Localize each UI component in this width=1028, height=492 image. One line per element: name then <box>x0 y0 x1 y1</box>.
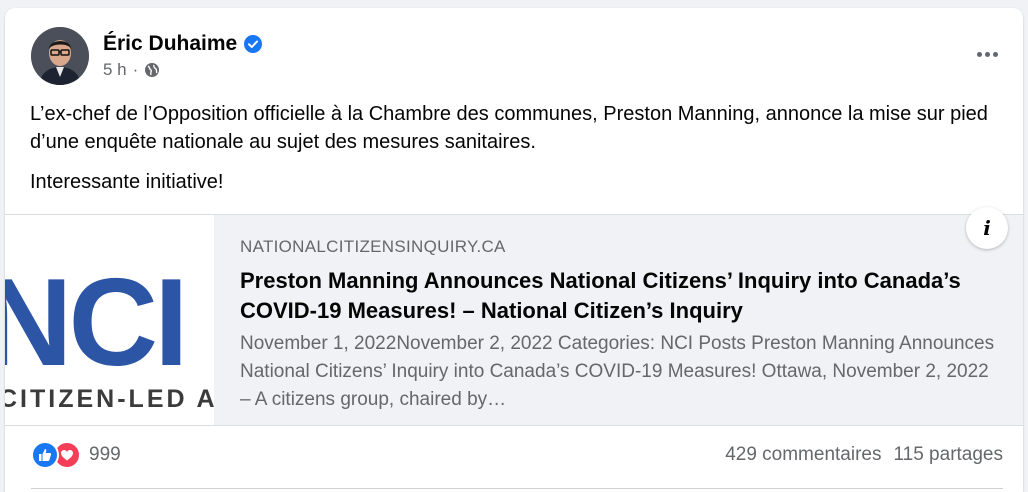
comments-count[interactable]: 429 commentaires <box>725 444 881 466</box>
globe-icon[interactable] <box>144 62 160 78</box>
author-name[interactable]: Éric Duhaime <box>103 32 237 56</box>
post-header: Éric Duhaime 5 h · <box>31 26 263 86</box>
post-timestamp[interactable]: 5 h <box>103 60 127 80</box>
post-meta: 5 h · <box>103 60 262 80</box>
post-text: L’ex-chef de l’Opposition officielle à l… <box>30 100 990 196</box>
more-options-button[interactable] <box>969 36 1005 72</box>
thumbnail-tagline: CITIZEN-LED A <box>5 385 214 413</box>
meta-separator: · <box>132 60 139 79</box>
shares-count[interactable]: 115 partages <box>893 444 1003 466</box>
link-description: November 1, 2022November 2, 2022 Categor… <box>240 333 995 410</box>
reaction-count: 999 <box>89 444 121 465</box>
reactions-summary[interactable]: 999 <box>31 441 121 469</box>
more-dot-icon <box>976 51 982 57</box>
link-thumbnail: NCI CITIZEN-LED A <box>5 215 214 425</box>
link-body: NATIONALCITIZENSINQUIRY.CA Preston Manni… <box>240 237 1000 414</box>
info-button[interactable]: i <box>966 207 1008 249</box>
thumbnail-logo-text: NCI <box>5 254 185 392</box>
verified-badge-icon <box>244 35 263 53</box>
author-block: Éric Duhaime 5 h · <box>103 32 263 80</box>
like-icon <box>31 441 59 469</box>
link-title[interactable]: Preston Manning Announces National Citiz… <box>240 266 1000 326</box>
more-dot-icon <box>984 51 990 57</box>
link-domain: NATIONALCITIZENSINQUIRY.CA <box>240 237 506 256</box>
more-dot-icon <box>992 51 998 57</box>
engagement-counts: 429 commentaires 115 partages <box>725 444 1003 466</box>
author-row: Éric Duhaime <box>103 32 263 56</box>
post-paragraph: Interessante initiative! <box>30 171 224 193</box>
info-icon: i <box>983 216 991 240</box>
post-card: Éric Duhaime 5 h · L’ex-chef de l’Opposi… <box>5 8 1023 492</box>
author-avatar[interactable] <box>31 27 89 85</box>
footer-divider <box>31 488 1003 489</box>
post-paragraph: L’ex-chef de l’Opposition officielle à l… <box>30 103 988 153</box>
post-stats: 999 429 commentaires 115 partages <box>31 440 1003 470</box>
link-preview[interactable]: NCI CITIZEN-LED A NATIONALCITIZENSINQUIR… <box>5 207 1023 426</box>
